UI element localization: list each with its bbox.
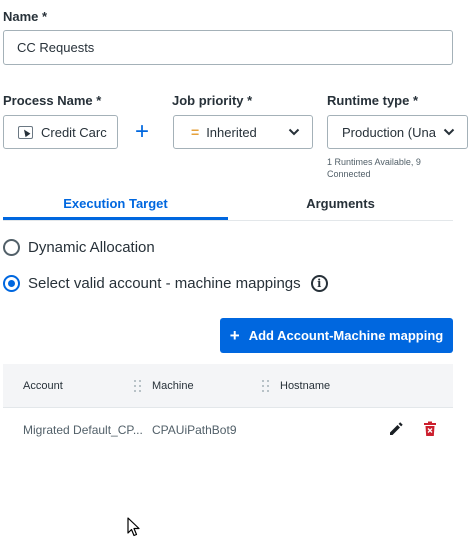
cell-machine: CPAUiPathBot9 bbox=[152, 423, 237, 437]
tab-execution-target[interactable]: Execution Target bbox=[3, 196, 228, 220]
priority-equal-icon: = bbox=[191, 124, 200, 140]
add-account-machine-mapping-button[interactable]: + Add Account-Machine mapping bbox=[220, 318, 453, 353]
tab-arguments[interactable]: Arguments bbox=[228, 196, 453, 220]
column-resize-handle[interactable] bbox=[134, 379, 142, 393]
process-icon bbox=[18, 125, 33, 139]
job-priority-label: Job priority * bbox=[172, 93, 253, 108]
column-header-account[interactable]: Account bbox=[23, 380, 63, 392]
plus-icon: + bbox=[229, 325, 240, 345]
process-name-label: Process Name * bbox=[3, 93, 102, 108]
chevron-down-icon bbox=[288, 128, 300, 136]
delete-icon[interactable] bbox=[421, 420, 439, 438]
runtime-type-value: Production (Una bbox=[342, 124, 436, 140]
dynamic-allocation-option[interactable]: Dynamic Allocation bbox=[3, 239, 155, 256]
name-input-value: CC Requests bbox=[17, 40, 95, 55]
select-mappings-radio[interactable] bbox=[3, 275, 20, 292]
column-resize-handle[interactable] bbox=[262, 379, 270, 393]
select-mappings-label: Select valid account - machine mappings bbox=[28, 275, 301, 292]
table-header: Account Machine Hostname bbox=[3, 364, 453, 408]
column-header-machine[interactable]: Machine bbox=[152, 380, 194, 392]
tab-divider bbox=[3, 220, 453, 221]
runtime-info-text: 1 Runtimes Available, 9 Connected bbox=[327, 157, 421, 179]
dynamic-allocation-radio[interactable] bbox=[3, 239, 20, 256]
info-icon[interactable]: i bbox=[310, 275, 328, 292]
plus-icon[interactable]: + bbox=[133, 120, 151, 144]
job-priority-select[interactable]: = Inherited bbox=[173, 115, 313, 149]
name-input[interactable]: CC Requests bbox=[3, 30, 453, 65]
process-name-input[interactable]: Credit Carc bbox=[3, 115, 118, 149]
select-mappings-option[interactable]: Select valid account - machine mappings … bbox=[3, 275, 328, 292]
process-name-value: Credit Carc bbox=[41, 124, 107, 140]
table-row: Migrated Default_CP... CPAUiPathBot9 bbox=[3, 409, 453, 449]
column-header-hostname[interactable]: Hostname bbox=[280, 380, 330, 392]
chevron-down-icon bbox=[443, 128, 455, 136]
dynamic-allocation-label: Dynamic Allocation bbox=[28, 239, 155, 256]
mouse-cursor-icon bbox=[127, 517, 140, 537]
job-priority-value: Inherited bbox=[206, 124, 257, 140]
edit-icon[interactable] bbox=[387, 420, 405, 438]
runtime-type-select[interactable]: Production (Una bbox=[327, 115, 468, 149]
name-label: Name * bbox=[3, 9, 48, 24]
add-button-label: Add Account-Machine mapping bbox=[248, 328, 444, 343]
cell-account: Migrated Default_CP... bbox=[23, 423, 143, 437]
runtime-type-label: Runtime type * bbox=[327, 93, 419, 108]
